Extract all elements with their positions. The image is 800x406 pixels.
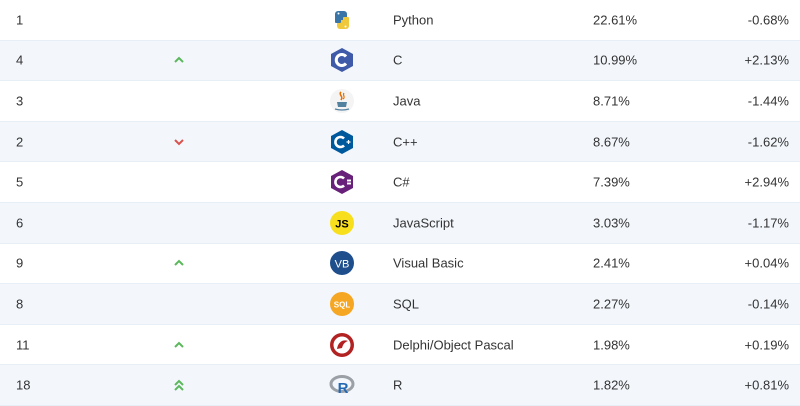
rank-cell: 18 (16, 377, 31, 393)
rank-cell: 4 (16, 52, 24, 68)
table-row: 2 C++ 8.67% -1.62% (0, 121, 800, 163)
language-name: JavaScript (393, 215, 454, 231)
trend-up-icon (172, 338, 186, 352)
table-row: 5 C# 7.39% +2.94% (0, 162, 800, 203)
rating-cell: 8.67% (593, 134, 630, 150)
svg-text:JS: JS (335, 218, 348, 230)
change-cell: -1.17% (747, 215, 789, 231)
csharp-logo-icon (329, 169, 355, 195)
trend-up-icon (172, 256, 186, 270)
rating-cell: 1.98% (593, 337, 630, 353)
table-row: 4 C 10.99% +2.13% (0, 40, 800, 82)
language-name: Java (393, 93, 421, 109)
trend-down-icon (172, 135, 186, 149)
trend-double-up-icon (172, 378, 186, 392)
javascript-logo-icon: JS (329, 210, 355, 236)
table-row: 6 JS JavaScript 3.03% -1.17% (0, 202, 800, 244)
change-cell: +2.94% (744, 174, 789, 190)
trend-up-icon (172, 53, 186, 67)
rating-cell: 1.82% (593, 377, 630, 393)
trend-cell (172, 297, 186, 311)
trend-cell (172, 175, 186, 189)
java-logo-icon (329, 88, 355, 114)
rank-cell: 3 (16, 93, 24, 109)
trend-cell (172, 216, 186, 230)
language-name: Delphi/Object Pascal (393, 337, 514, 353)
language-name: C (393, 52, 403, 68)
change-cell: +0.81% (744, 377, 789, 393)
delphi-logo-icon (329, 332, 355, 358)
rank-cell: 1 (16, 12, 24, 28)
language-name: Python (393, 12, 434, 28)
language-ranking-table: 1 Python 22.61% -0.68% 4 C 10.99% +2.13%… (0, 0, 800, 406)
trend-cell (172, 13, 186, 27)
change-cell: -1.62% (747, 134, 789, 150)
rating-cell: 3.03% (593, 215, 630, 231)
table-row: 18 R R 1.82% +0.81% (0, 365, 800, 406)
change-cell: +0.04% (744, 255, 789, 271)
sql-logo-icon: SQL (329, 291, 355, 317)
rating-cell: 8.71% (593, 93, 630, 109)
change-cell: -0.14% (747, 296, 789, 312)
change-cell: -1.44% (747, 93, 789, 109)
language-name: R (393, 377, 403, 393)
change-cell: +2.13% (744, 52, 789, 68)
rating-cell: 22.61% (593, 12, 638, 28)
language-name: Visual Basic (393, 255, 464, 271)
table-row: 8 SQL SQL 2.27% -0.14% (0, 284, 800, 325)
python-logo-icon (329, 7, 355, 33)
rank-cell: 5 (16, 174, 24, 190)
rating-cell: 2.27% (593, 296, 630, 312)
visual-basic-logo-icon: VB (329, 250, 355, 276)
rating-cell: 7.39% (593, 174, 630, 190)
table-row: 11 Delphi/Object Pascal 1.98% +0.19% (0, 325, 800, 366)
rating-cell: 2.41% (593, 255, 630, 271)
language-name: SQL (393, 296, 420, 312)
cpp-logo-icon (329, 129, 355, 155)
rank-cell: 2 (16, 134, 24, 150)
trend-cell (172, 94, 186, 108)
table-row: 9 VB Visual Basic 2.41% +0.04% (0, 244, 800, 285)
change-cell: -0.68% (747, 12, 789, 28)
table-row: 1 Python 22.61% -0.68% (0, 0, 800, 41)
change-cell: +0.19% (744, 337, 789, 353)
c-logo-icon (329, 47, 355, 73)
language-name: C++ (393, 134, 418, 150)
svg-text:VB: VB (335, 259, 350, 271)
rank-cell: 11 (16, 337, 30, 353)
rating-cell: 10.99% (593, 52, 638, 68)
r-logo-icon: R (329, 372, 355, 398)
rank-cell: 8 (16, 296, 24, 312)
language-name: C# (393, 174, 410, 190)
svg-text:SQL: SQL (334, 300, 351, 309)
rank-cell: 9 (16, 255, 24, 271)
rank-cell: 6 (16, 215, 24, 231)
svg-text:R: R (338, 380, 349, 397)
table-row: 3 Java 8.71% -1.44% (0, 81, 800, 122)
